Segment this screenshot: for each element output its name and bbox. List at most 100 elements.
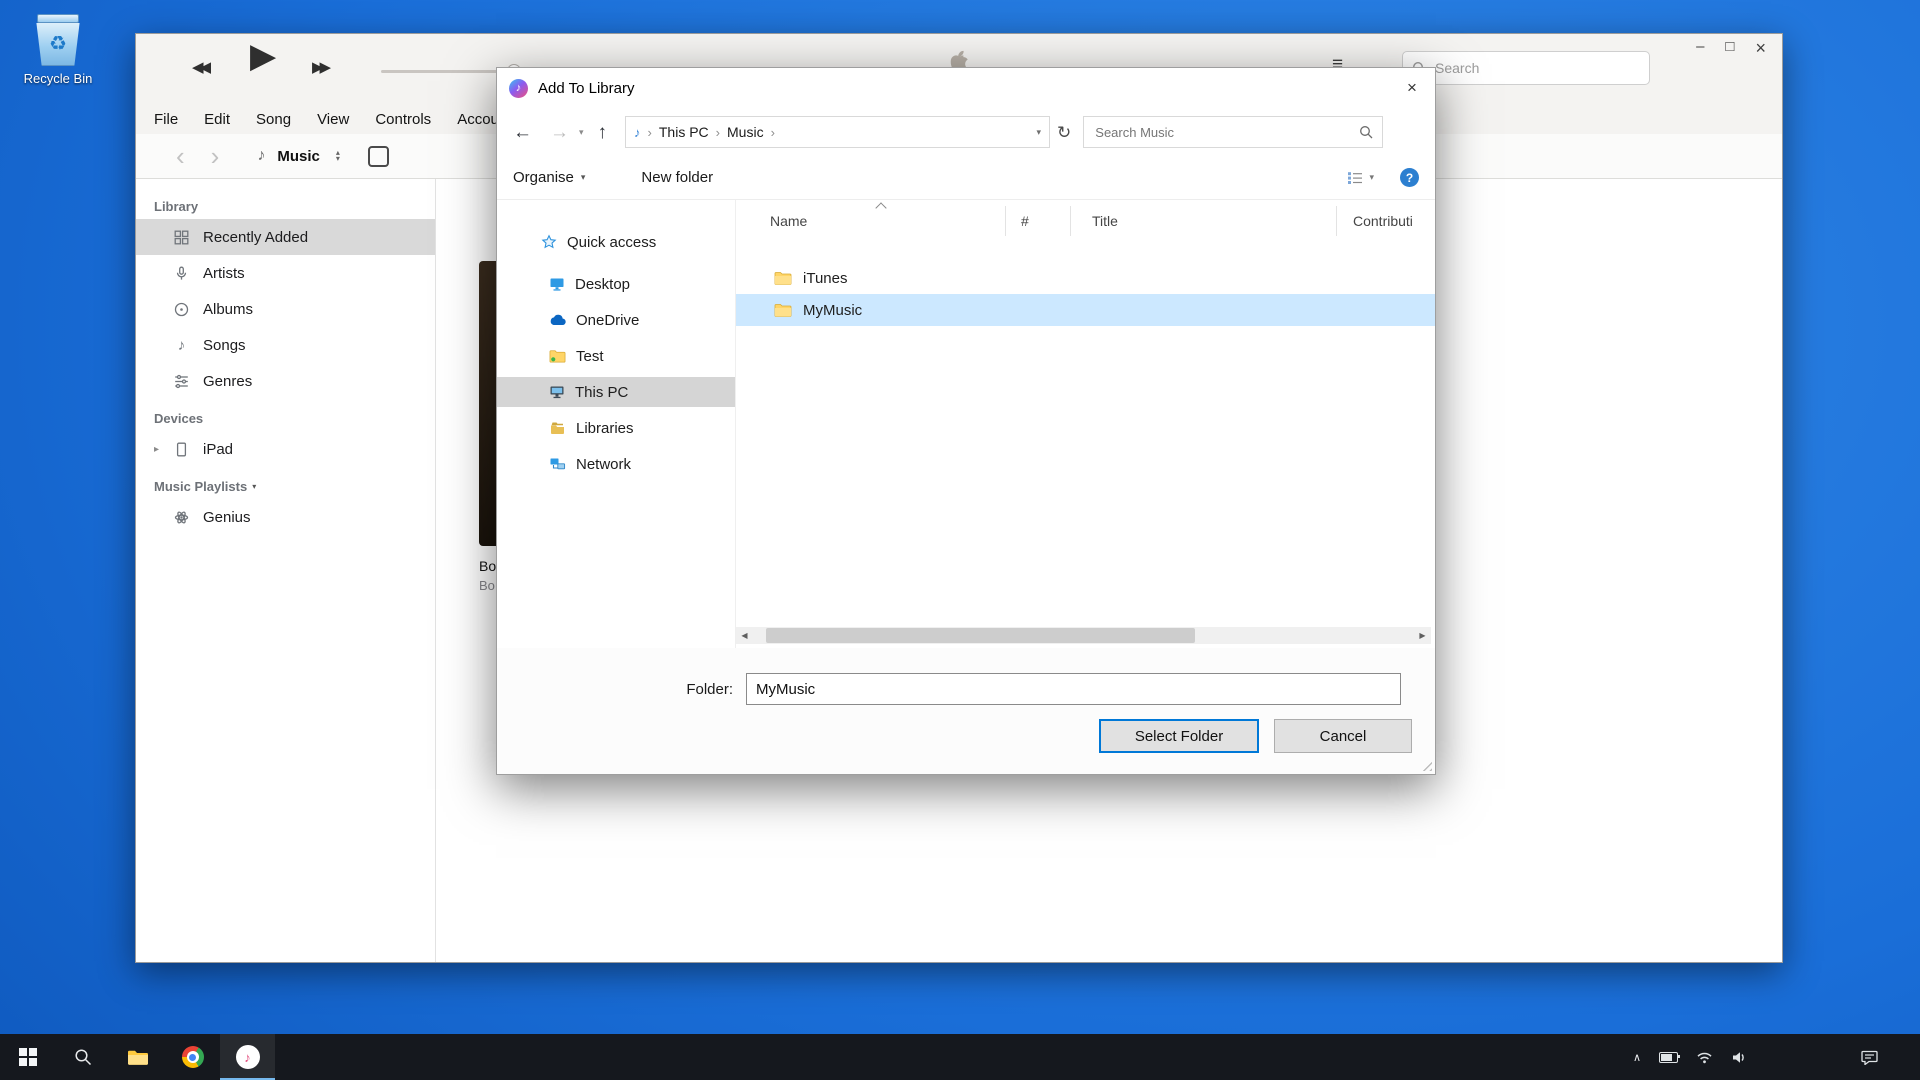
tree-item-label: Quick access: [567, 234, 656, 251]
library-section-header: Library: [154, 199, 435, 214]
recycle-bin-label: Recycle Bin: [16, 71, 100, 86]
scroll-left-icon[interactable]: ◀: [736, 631, 753, 640]
taskbar: ♪ ∧: [0, 1034, 1920, 1080]
fast-forward-button[interactable]: ▶▶: [312, 58, 327, 76]
file-explorer-icon: [127, 1049, 149, 1066]
dialog-close-button[interactable]: ×: [1389, 68, 1435, 108]
column-divider[interactable]: [1070, 206, 1071, 236]
up-button[interactable]: ↑: [598, 123, 608, 142]
breadcrumb-music[interactable]: Music: [727, 124, 764, 140]
taskbar-search-button[interactable]: [55, 1034, 110, 1080]
recycle-bin-shortcut[interactable]: ♻ Recycle Bin: [16, 14, 100, 86]
desktop-icon: [549, 276, 565, 292]
sidebar-item-recently-added[interactable]: Recently Added: [136, 219, 435, 255]
rewind-button[interactable]: ◀◀: [192, 58, 207, 76]
tree-item-this-pc[interactable]: This PC: [497, 377, 735, 407]
address-bar[interactable]: ♪ › This PC › Music › ▾: [625, 116, 1050, 148]
column-divider[interactable]: [1336, 206, 1337, 236]
sidebar-item-albums[interactable]: Albums: [136, 291, 435, 327]
column-header-name[interactable]: Name: [770, 213, 807, 229]
speaker-icon[interactable]: [1731, 1050, 1747, 1065]
add-to-library-dialog: ♪ Add To Library × ← → ▾ ↑ ♪ › This PC ›…: [496, 67, 1436, 775]
sidebar-item-genres[interactable]: Genres: [136, 363, 435, 399]
wifi-icon[interactable]: [1696, 1050, 1713, 1064]
menu-controls[interactable]: Controls: [375, 111, 431, 128]
select-folder-label: Select Folder: [1135, 728, 1223, 745]
menu-view[interactable]: View: [317, 111, 349, 128]
sidebar-item-genius[interactable]: Genius: [136, 499, 435, 535]
file-row-mymusic[interactable]: MyMusic: [736, 294, 1435, 326]
scrollbar-thumb[interactable]: [766, 628, 1195, 643]
resize-grip[interactable]: [1421, 760, 1432, 771]
expand-caret-icon[interactable]: ▸: [154, 444, 159, 455]
view-toggle-icon[interactable]: [368, 146, 389, 167]
history-back-icon[interactable]: ‹: [176, 143, 185, 169]
taskbar-file-explorer-button[interactable]: [110, 1034, 165, 1080]
tree-item-label: Test: [576, 348, 604, 365]
cancel-button[interactable]: Cancel: [1274, 719, 1412, 753]
history-forward-icon[interactable]: ›: [211, 143, 220, 169]
scroll-right-icon[interactable]: ▶: [1414, 631, 1431, 640]
tree-item-label: Libraries: [576, 420, 634, 437]
column-header-contributing[interactable]: Contributi: [1353, 213, 1413, 229]
select-folder-button[interactable]: Select Folder: [1099, 719, 1259, 753]
scrollbar-track[interactable]: [753, 627, 1414, 644]
microphone-icon: [174, 266, 189, 281]
action-center-icon[interactable]: [1861, 1050, 1878, 1065]
playlists-header-label: Music Playlists: [154, 479, 247, 494]
horizontal-scrollbar[interactable]: ◀ ▶: [736, 627, 1431, 644]
list-view-icon: [1347, 171, 1363, 185]
change-view-button[interactable]: ▾: [1347, 171, 1374, 185]
file-row-itunes[interactable]: iTunes: [736, 262, 1435, 294]
navigation-pane: Quick access Desktop OneDrive Test This …: [497, 200, 736, 650]
network-icon: [549, 457, 566, 471]
address-dropdown-icon[interactable]: ▾: [1037, 127, 1042, 138]
close-button[interactable]: ×: [1755, 38, 1766, 59]
playlists-section-header[interactable]: Music Playlists ▾: [154, 479, 435, 494]
new-folder-button[interactable]: New folder: [641, 169, 713, 186]
tree-item-label: This PC: [575, 384, 628, 401]
music-note-icon: ♪: [516, 82, 522, 94]
breadcrumb-this-pc[interactable]: This PC: [659, 124, 709, 140]
minimize-button[interactable]: –: [1696, 38, 1704, 59]
tree-item-onedrive[interactable]: OneDrive: [497, 305, 735, 335]
help-button[interactable]: ?: [1400, 168, 1419, 187]
taskbar-itunes-button[interactable]: ♪: [220, 1034, 275, 1080]
taskbar-chrome-button[interactable]: [165, 1034, 220, 1080]
tree-item-desktop[interactable]: Desktop: [497, 269, 735, 299]
dialog-search-input[interactable]: [1093, 124, 1359, 141]
menu-song[interactable]: Song: [256, 111, 291, 128]
maximize-button[interactable]: □: [1725, 38, 1734, 59]
sidebar-item-songs[interactable]: ♪ Songs: [136, 327, 435, 363]
chevron-down-icon: ▾: [252, 482, 256, 491]
sidebar-item-artists[interactable]: Artists: [136, 255, 435, 291]
star-icon: [541, 234, 557, 250]
genius-atom-icon: [174, 510, 189, 525]
start-button[interactable]: [0, 1034, 55, 1080]
recycle-bin-icon: ♻: [34, 14, 82, 66]
back-button[interactable]: ←: [513, 123, 532, 142]
system-tray: ∧: [1633, 1034, 1920, 1080]
itunes-search-box[interactable]: [1402, 51, 1650, 85]
battery-icon[interactable]: [1659, 1052, 1678, 1063]
media-kind-selector[interactable]: ♪ Music ▴ ▾: [257, 147, 340, 165]
show-hidden-icons-button[interactable]: ∧: [1633, 1051, 1641, 1064]
tree-item-test[interactable]: Test: [497, 341, 735, 371]
tree-item-quick-access[interactable]: Quick access: [497, 227, 735, 257]
recent-locations-icon[interactable]: ▾: [579, 128, 584, 137]
tree-item-libraries[interactable]: Libraries: [497, 413, 735, 443]
menu-file[interactable]: File: [154, 111, 178, 128]
folder-name-input[interactable]: [746, 673, 1401, 705]
itunes-search-input[interactable]: [1433, 59, 1640, 77]
crumb-separator-icon: ›: [771, 125, 775, 140]
play-button[interactable]: ▶: [250, 36, 276, 76]
column-divider[interactable]: [1005, 206, 1006, 236]
dialog-search-box[interactable]: [1083, 116, 1383, 148]
column-header-number[interactable]: #: [1021, 213, 1029, 229]
sidebar-item-ipad[interactable]: ▸ iPad: [136, 431, 435, 467]
refresh-button[interactable]: ↻: [1057, 124, 1071, 141]
organise-button[interactable]: Organise ▾: [513, 169, 585, 186]
tree-item-network[interactable]: Network: [497, 449, 735, 479]
menu-edit[interactable]: Edit: [204, 111, 230, 128]
column-header-title[interactable]: Title: [1092, 213, 1118, 229]
